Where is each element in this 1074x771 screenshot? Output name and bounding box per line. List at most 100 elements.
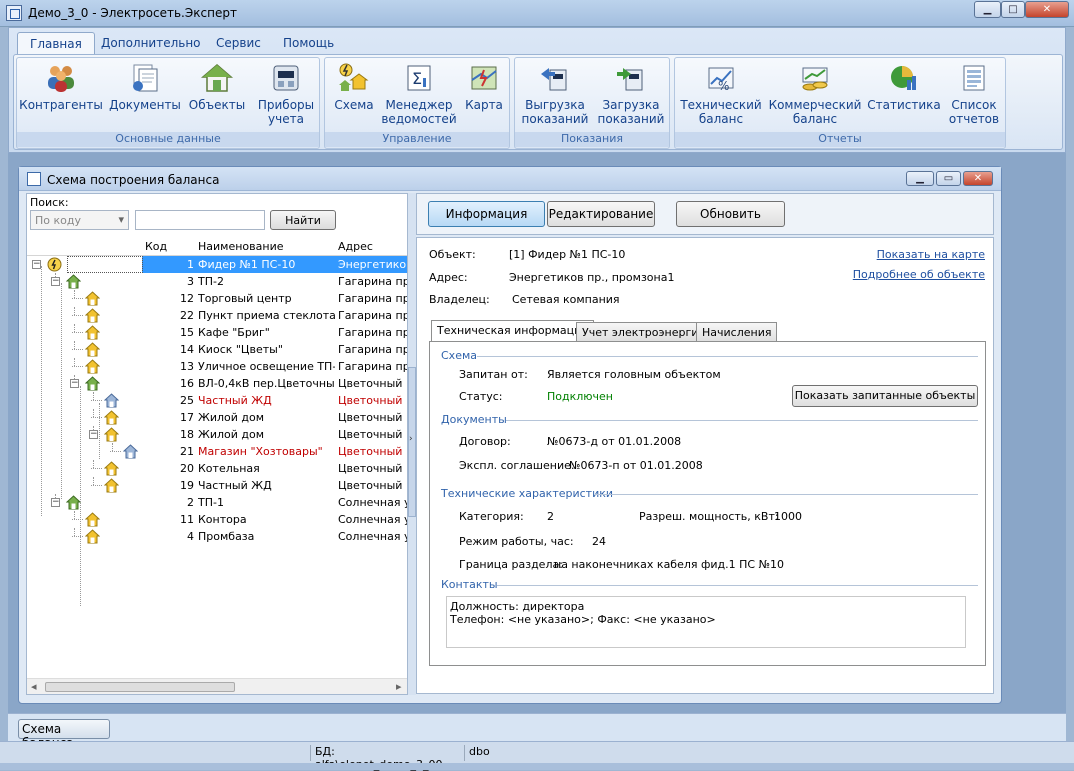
counterparties-label: Контрагенты: [19, 98, 103, 112]
tree-cell-address: Гагарина пр.,: [338, 275, 407, 288]
tree-cell-code: 17: [180, 411, 194, 424]
show-fed-objects-button[interactable]: Показать запитанные объекты: [792, 385, 978, 407]
find-button[interactable]: Найти: [270, 210, 336, 230]
status-value: Подключен: [547, 390, 613, 403]
tab-help[interactable]: Помощь: [271, 32, 346, 54]
import-readings-button[interactable]: Загрузка показаний: [595, 62, 667, 126]
splitter-toggle[interactable]: ›: [408, 367, 416, 517]
tree-row[interactable]: 20 Котельная Цветочный пе: [27, 460, 407, 477]
objects-button[interactable]: Объекты: [185, 62, 249, 112]
col-name[interactable]: Наименование: [198, 240, 283, 253]
scroll-left-icon[interactable]: ◂: [31, 680, 37, 693]
tree-cell-code: 11: [180, 513, 194, 526]
child-restore-button[interactable]: ▭: [936, 171, 961, 186]
tree-row[interactable]: −2ТП-1Солнечная ул: [27, 494, 407, 511]
ribbon-body: Контрагенты Документы Объекты Приборы уч…: [13, 54, 1063, 150]
tree-row[interactable]: 4 Промбаза Солнечная ул: [27, 528, 407, 545]
show-on-map-link[interactable]: Показать на карте: [877, 248, 985, 261]
power-value: 1000: [774, 510, 802, 523]
tree-row[interactable]: −16ВЛ-0,4кВ пер.ЦветочныйЦветочный пе: [27, 375, 407, 392]
tree-row[interactable]: 21 Магазин "Хозтовары" Цветочный пе: [27, 443, 407, 460]
minimize-button[interactable]: ▁: [974, 1, 1001, 18]
import-readings-label: Загрузка показаний: [597, 98, 665, 126]
contacts-section-title: Контакты: [441, 578, 498, 591]
info-button[interactable]: Информация: [428, 201, 545, 227]
tree-row[interactable]: −1 Фидер №1 ПС-10 Энергетиков: [27, 256, 407, 273]
tree-row[interactable]: −3ТП-2Гагарина пр.,: [27, 273, 407, 290]
meters-button[interactable]: Приборы учета: [253, 62, 319, 126]
tree-cell-address: Цветочный пе: [338, 394, 407, 407]
address-value: Энергетиков пр., промзона1: [509, 271, 675, 284]
tree-cell-code: 12: [180, 292, 194, 305]
tab-charges[interactable]: Начисления: [696, 322, 778, 342]
tree-row[interactable]: 15 Кафе "Бриг" Гагарина пр.,: [27, 324, 407, 341]
statistics-button[interactable]: Статистика: [867, 62, 941, 112]
bottom-strip: [0, 763, 1074, 770]
object-info-panel: Объект: [1] Фидер №1 ПС-10 Адрес: Энерге…: [416, 237, 994, 694]
address-label: Адрес:: [429, 271, 468, 284]
child-minimize-button[interactable]: ▁: [906, 171, 934, 186]
tree-row[interactable]: 14 Киоск "Цветы" Гагарина пр.,: [27, 341, 407, 358]
child-close-button[interactable]: ✕: [963, 171, 993, 186]
tree-row[interactable]: 11 Контора Солнечная ул: [27, 511, 407, 528]
export-readings-button[interactable]: Выгрузка показаний: [519, 62, 591, 126]
maximize-button[interactable]: □: [1001, 1, 1025, 18]
contract-value: №0673-д от 01.01.2008: [547, 435, 682, 448]
tab-additional[interactable]: Дополнительно: [89, 32, 213, 54]
owner-label: Владелец:: [429, 293, 490, 306]
taskbar-balance-scheme[interactable]: Схема баланса: [18, 719, 110, 750]
tech-balance-button[interactable]: % Технический баланс: [679, 62, 763, 126]
coins-icon: [798, 62, 832, 94]
commercial-balance-label: Коммерческий баланс: [768, 98, 862, 126]
counterparties-button[interactable]: Контрагенты: [19, 62, 103, 112]
tree-cell-code: 16: [180, 377, 194, 390]
tree-row[interactable]: 12 Торговый центр Гагарина пр.,: [27, 290, 407, 307]
edit-button[interactable]: Редактирование: [547, 201, 655, 227]
documents-label: Документы: [109, 98, 181, 112]
horizontal-scrollbar[interactable]: ◂ ▸: [27, 678, 407, 694]
tree-row[interactable]: 13 Уличное освещение ТП-2 (Гагарина пр.,: [27, 358, 407, 375]
tree-row[interactable]: 22 Пункт приема стеклотарыГагарина пр.,: [27, 307, 407, 324]
commercial-balance-button[interactable]: Коммерческий баланс: [769, 62, 861, 126]
scheme-window-icon: [27, 172, 41, 186]
scroll-thumb[interactable]: [45, 682, 235, 692]
contacts-box[interactable]: Должность: директора Телефон: <не указан…: [446, 596, 966, 648]
statistics-label: Статистика: [867, 98, 941, 112]
scheme-button[interactable]: Схема: [329, 62, 379, 112]
search-mode-select[interactable]: По коду: [30, 210, 129, 230]
tab-service[interactable]: Сервис: [204, 32, 273, 54]
object-label: Объект:: [429, 248, 476, 261]
tree-cell-code: 25: [180, 394, 194, 407]
balance-scheme-window: Схема построения баланса ▁ ▭ ✕ Поиск: По…: [18, 166, 1002, 704]
status-user: dbo: [464, 745, 554, 761]
group-main-data: Контрагенты Документы Объекты Приборы уч…: [16, 57, 320, 149]
search-input[interactable]: [135, 210, 265, 230]
tree-row[interactable]: 17 Жилой дом Цветочный пе: [27, 409, 407, 426]
map-label: Карта: [465, 98, 503, 112]
tree-row[interactable]: 19 Частный ЖД Цветочный пе: [27, 477, 407, 494]
report-list-button[interactable]: Список отчетов: [945, 62, 1003, 126]
map-button[interactable]: Карта: [461, 62, 507, 112]
tree-cell-address: Энергетиков: [338, 258, 407, 271]
tab-tech-info[interactable]: Техническая информация: [431, 320, 594, 343]
tree-cell-address: Цветочный пе: [338, 479, 407, 492]
tab-main[interactable]: Главная: [17, 32, 95, 54]
report-list-icon: [957, 62, 991, 94]
documents-button[interactable]: Документы: [107, 62, 183, 112]
statements-manager-button[interactable]: Σ Менеджер ведомостей: [381, 62, 457, 126]
tree-cell-address: Цветочный пе: [338, 411, 407, 424]
statements-manager-label: Менеджер ведомостей: [381, 98, 457, 126]
scroll-right-icon[interactable]: ▸: [396, 680, 402, 693]
object-details-link[interactable]: Подробнее об объекте: [853, 268, 985, 281]
tree-row[interactable]: 25 Частный ЖД Цветочный пе: [27, 392, 407, 409]
documents-icon: [128, 62, 162, 94]
app-titlebar: Демо_3_0 - Электросеть.Эксперт ▁ □ ✕: [0, 0, 1074, 27]
refresh-button[interactable]: Обновить: [676, 201, 785, 227]
app-icon: [6, 5, 22, 21]
col-address[interactable]: Адрес: [338, 240, 373, 253]
tree-cell-name: Магазин "Хозтовары": [198, 445, 323, 458]
close-button[interactable]: ✕: [1025, 1, 1069, 18]
tab-energy-accounting[interactable]: Учет электроэнергии: [576, 322, 712, 342]
col-code[interactable]: Код: [145, 240, 167, 253]
tree-row[interactable]: −18Жилой домЦветочный пе: [27, 426, 407, 443]
